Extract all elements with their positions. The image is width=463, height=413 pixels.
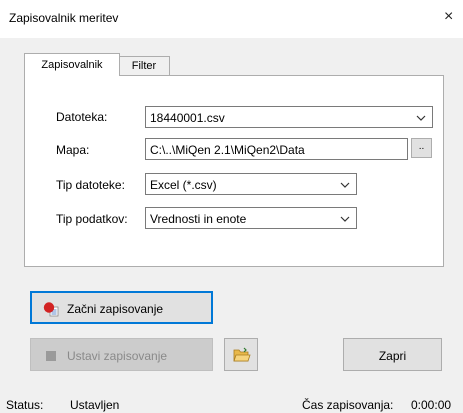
- close-button-label: Zapri: [378, 349, 407, 363]
- window-title: Zapisovalnik meritev: [9, 11, 119, 25]
- file-type-value: Excel (*.csv): [150, 178, 217, 192]
- folder-field[interactable]: C:\..\MiQen 2.1\MiQen2\Data: [145, 138, 408, 160]
- start-recording-button[interactable]: Začni zapisovanje: [30, 291, 213, 324]
- data-type-value: Vrednosti in enote: [150, 212, 247, 226]
- open-folder-button[interactable]: [224, 338, 258, 371]
- folder-icon: [233, 347, 251, 362]
- file-value: 18440001.csv: [150, 111, 225, 125]
- chevron-down-icon: [340, 182, 350, 188]
- data-type-combo[interactable]: Vrednosti in enote: [145, 207, 357, 229]
- start-recording-label: Začni zapisovanje: [67, 302, 164, 316]
- tab-filter[interactable]: Filter: [118, 56, 170, 76]
- stop-icon: [46, 351, 56, 361]
- file-label: Datoteka:: [56, 110, 108, 124]
- folder-value: C:\..\MiQen 2.1\MiQen2\Data: [150, 143, 305, 157]
- file-type-combo[interactable]: Excel (*.csv): [145, 173, 357, 195]
- title-bar: Zapisovalnik meritev ×: [0, 0, 463, 38]
- browse-button[interactable]: ..: [411, 138, 432, 158]
- status-value: Ustavljen: [70, 398, 120, 412]
- chevron-down-icon: [340, 216, 350, 222]
- data-type-label: Tip podatkov:: [56, 212, 128, 226]
- tab-label: Filter: [131, 60, 157, 72]
- close-button[interactable]: Zapri: [343, 338, 442, 371]
- record-icon: [43, 302, 59, 317]
- file-combo[interactable]: 18440001.csv: [145, 106, 433, 128]
- tab-zapisovalnik[interactable]: Zapisovalnik: [24, 53, 120, 76]
- file-type-label: Tip datoteke:: [56, 178, 125, 192]
- duration-label: Čas zapisovanja:: [302, 398, 394, 412]
- stop-recording-button[interactable]: Ustavi zapisovanje: [30, 338, 213, 371]
- tab-label: Zapisovalnik: [41, 59, 103, 71]
- status-label: Status:: [6, 398, 44, 412]
- close-icon[interactable]: ×: [444, 9, 453, 25]
- stop-recording-label: Ustavi zapisovanje: [67, 349, 168, 363]
- folder-label: Mapa:: [56, 143, 90, 157]
- chevron-down-icon: [416, 115, 426, 121]
- tab-panel: [24, 75, 444, 267]
- duration-value: 0:00:00: [411, 398, 452, 412]
